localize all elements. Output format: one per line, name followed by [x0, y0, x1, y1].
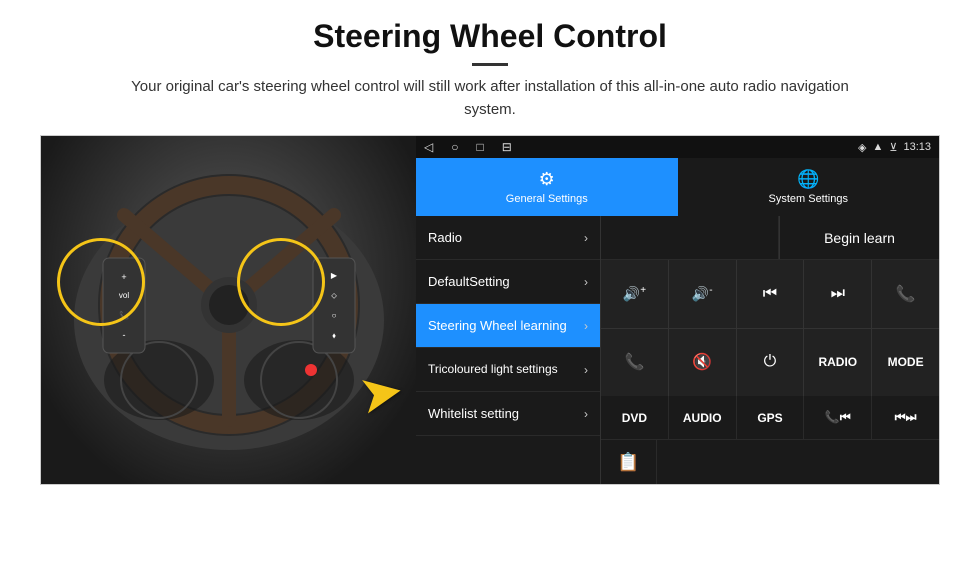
tab-system[interactable]: 🌐 System Settings — [678, 158, 940, 216]
menu-arrow-tricoloured: › — [584, 363, 588, 377]
prev-next-btn[interactable]: ⏮⏭ — [872, 396, 939, 439]
main-content: Radio › DefaultSetting › Steering Wheel … — [416, 216, 939, 484]
menu-whitelist-label: Whitelist setting — [428, 406, 519, 421]
radio-label: RADIO — [818, 355, 857, 369]
right-panel: Begin learn 🔊+ 🔊- ⏮ — [601, 216, 939, 484]
phone-btn[interactable]: 📞 — [872, 260, 939, 328]
menu-arrow-steering: › — [584, 319, 588, 333]
time-display: 13:13 — [903, 141, 931, 153]
page-title: Steering Wheel Control — [40, 18, 940, 55]
location-icon: ◈ — [858, 141, 866, 154]
audio-label: AUDIO — [683, 411, 722, 425]
content-area: + vol 📞 - ▶ ⬦ ○ ⬧ ➤ — [40, 135, 940, 485]
gps-btn[interactable]: GPS — [737, 396, 805, 439]
android-ui: ◁ ○ □ ⊟ ◈ ▲ ⊻ 13:13 ⚙ General Settings — [416, 136, 939, 484]
tab-general[interactable]: ⚙ General Settings — [416, 158, 678, 216]
svg-text:▶: ▶ — [330, 271, 337, 280]
menu-steering-label: Steering Wheel learning — [428, 318, 567, 333]
signal-icon: ▲ — [873, 141, 884, 153]
menu-item-tricoloured[interactable]: Tricoloured light settings › — [416, 348, 600, 392]
begin-learn-button[interactable]: Begin learn — [779, 216, 939, 259]
menu-arrow-default: › — [584, 275, 588, 289]
begin-learn-label: Begin learn — [824, 230, 895, 246]
recents-nav-btn[interactable]: □ — [476, 140, 483, 154]
menu-arrow-whitelist: › — [584, 407, 588, 421]
menu-item-radio[interactable]: Radio › — [416, 216, 600, 260]
mode-btn[interactable]: MODE — [872, 329, 939, 397]
menu-default-label: DefaultSetting — [428, 274, 510, 289]
system-settings-icon: 🌐 — [797, 169, 819, 190]
highlight-circle-left — [57, 238, 145, 326]
phone-prev-icon: 📞⏮ — [825, 410, 851, 425]
vol-up-btn[interactable]: 🔊+ — [601, 260, 668, 328]
top-row: Begin learn — [601, 216, 939, 260]
nav-buttons: ◁ ○ □ ⊟ — [424, 140, 512, 154]
svg-text:○: ○ — [331, 311, 336, 320]
menu-arrow-radio: › — [584, 231, 588, 245]
mode-label: MODE — [888, 355, 924, 369]
dvd-label: DVD — [622, 411, 647, 425]
car-image-side: + vol 📞 - ▶ ⬦ ○ ⬧ ➤ — [41, 136, 416, 484]
header-section: Steering Wheel Control Your original car… — [40, 18, 940, 121]
general-settings-icon: ⚙ — [539, 169, 555, 190]
tab-system-label: System Settings — [769, 193, 848, 205]
menu-item-default[interactable]: DefaultSetting › — [416, 260, 600, 304]
prev-track-btn[interactable]: ⏮ — [737, 260, 804, 328]
svg-text:⬦: ⬦ — [331, 291, 337, 300]
status-bar: ◁ ○ □ ⊟ ◈ ▲ ⊻ 13:13 — [416, 136, 939, 158]
mute-icon: 🔇 — [692, 352, 712, 372]
phone-prev-btn[interactable]: 📞⏮ — [804, 396, 872, 439]
home-nav-btn[interactable]: ○ — [451, 140, 458, 154]
menu-tricoloured-label: Tricoloured light settings — [428, 362, 558, 378]
phone-icon: 📞 — [896, 284, 916, 304]
vol-down-icon: 🔊- — [692, 285, 713, 303]
subtitle: Your original car's steering wheel contr… — [110, 76, 870, 121]
left-menu: Radio › DefaultSetting › Steering Wheel … — [416, 216, 601, 484]
next-track-icon: ⏭ — [831, 285, 845, 303]
top-empty-area — [601, 216, 779, 259]
bottom-buttons-row: DVD AUDIO GPS 📞⏮ ⏮⏭ — [601, 396, 939, 440]
answer-call-btn[interactable]: 📞 — [601, 329, 668, 397]
list-icon-btn[interactable]: 📋 — [601, 440, 657, 484]
gps-label: GPS — [757, 411, 782, 425]
vol-down-btn[interactable]: 🔊- — [669, 260, 736, 328]
mute-btn[interactable]: 🔇 — [669, 329, 736, 397]
dvd-btn[interactable]: DVD — [601, 396, 669, 439]
menu-item-steering[interactable]: Steering Wheel learning › — [416, 304, 600, 348]
wifi-icon: ⊻ — [889, 141, 897, 154]
tab-bar: ⚙ General Settings 🌐 System Settings — [416, 158, 939, 216]
title-divider — [472, 63, 508, 66]
vol-up-icon: 🔊+ — [623, 285, 646, 303]
power-icon: ⏻ — [764, 353, 777, 371]
power-btn[interactable]: ⏻ — [737, 329, 804, 397]
next-track-btn[interactable]: ⏭ — [804, 260, 871, 328]
svg-text:-: - — [122, 330, 125, 340]
audio-btn[interactable]: AUDIO — [669, 396, 737, 439]
car-image: + vol 📞 - ▶ ⬦ ○ ⬧ ➤ — [41, 136, 416, 484]
menu-item-whitelist[interactable]: Whitelist setting › — [416, 392, 600, 436]
answer-call-icon: 📞 — [624, 352, 644, 372]
tab-general-label: General Settings — [506, 193, 588, 205]
list-icon: 📋 — [617, 452, 639, 473]
prev-next-icon: ⏮⏭ — [895, 410, 917, 425]
menu-radio-label: Radio — [428, 230, 462, 245]
svg-text:⬧: ⬧ — [332, 331, 336, 340]
back-nav-btn[interactable]: ◁ — [424, 140, 433, 154]
status-icons: ◈ ▲ ⊻ 13:13 — [858, 141, 931, 154]
extra-icon-row: 📋 — [601, 440, 939, 484]
control-button-grid: 🔊+ 🔊- ⏮ ⏭ 📞 — [601, 260, 939, 396]
prev-track-icon: ⏮ — [763, 285, 777, 303]
menu-nav-btn[interactable]: ⊟ — [502, 140, 512, 154]
page-container: Steering Wheel Control Your original car… — [0, 0, 980, 495]
radio-btn[interactable]: RADIO — [804, 329, 871, 397]
highlight-circle-right — [237, 238, 325, 326]
